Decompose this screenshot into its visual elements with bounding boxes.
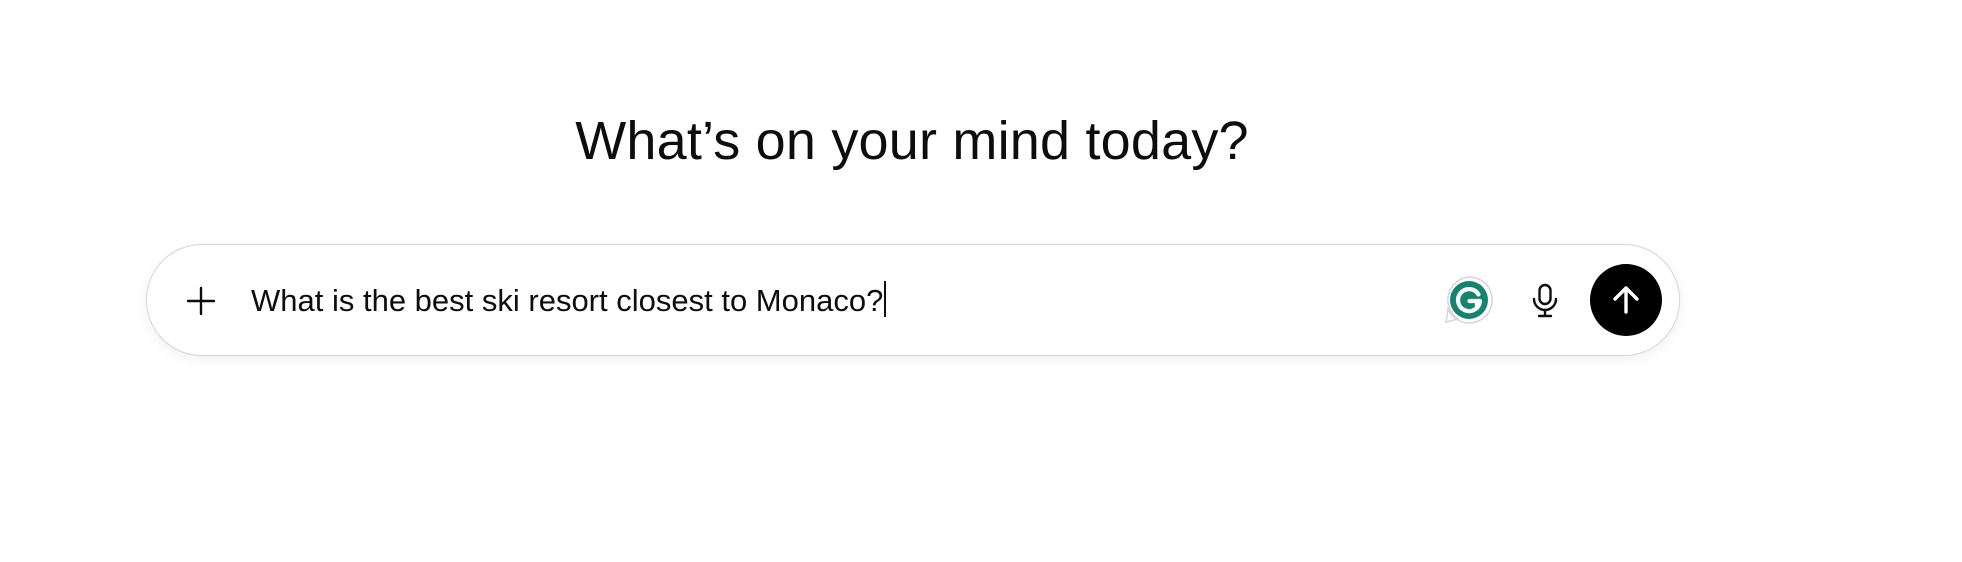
page-headline: What’s on your mind today? [575,111,1249,171]
prompt-input[interactable]: What is the best ski resort closest to M… [251,281,887,321]
send-button[interactable] [1590,264,1662,336]
microphone-icon [1532,283,1558,318]
arrow-up-icon [1613,286,1639,314]
voice-input-button[interactable] [1521,277,1569,325]
prompt-composer: What is the best ski resort closest to M… [146,244,1680,356]
plus-icon [186,286,216,316]
prompt-input-value: What is the best ski resort closest to M… [251,283,884,318]
text-caret [884,281,887,317]
grammarly-button[interactable] [1444,275,1494,325]
grammarly-g-icon [1445,276,1493,324]
attach-button[interactable] [177,277,225,325]
